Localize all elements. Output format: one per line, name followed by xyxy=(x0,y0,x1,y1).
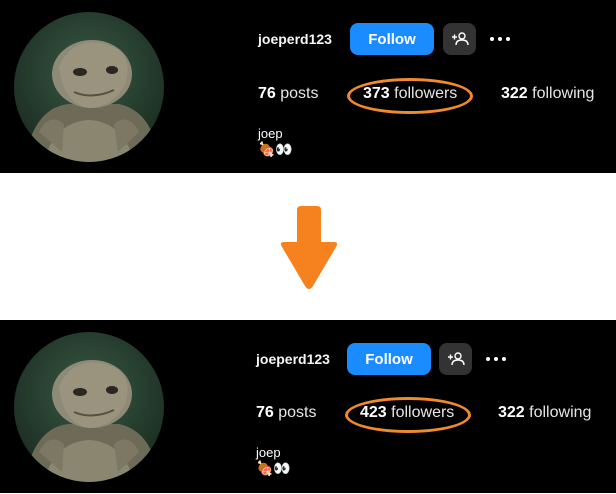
bio-name: joep xyxy=(258,126,283,141)
followers-count[interactable]: 423 followers xyxy=(360,404,454,422)
avatar-image xyxy=(14,12,164,162)
avatar[interactable] xyxy=(14,332,164,482)
posts-label: posts xyxy=(278,404,317,421)
following-label: following xyxy=(529,404,592,421)
following-count[interactable]: 322 following xyxy=(498,404,591,422)
following-number: 322 xyxy=(501,85,528,102)
following-count[interactable]: 322 following xyxy=(501,85,594,103)
followers-label: followers xyxy=(394,85,458,102)
posts-count: 76 posts xyxy=(258,85,319,103)
more-dots-icon xyxy=(490,37,494,41)
followers-count[interactable]: 373 followers xyxy=(363,85,457,103)
avatar[interactable] xyxy=(14,12,164,162)
follow-button[interactable]: Follow xyxy=(347,343,431,375)
suggest-accounts-button[interactable] xyxy=(439,343,472,375)
add-person-icon xyxy=(451,32,469,46)
posts-number: 76 xyxy=(256,404,274,421)
more-options-button[interactable] xyxy=(487,29,513,49)
bio-emoji: 🍖👀 xyxy=(258,142,293,158)
following-number: 322 xyxy=(498,404,525,421)
posts-label: posts xyxy=(280,85,319,102)
username[interactable]: joeperd123 xyxy=(258,31,332,47)
follow-button[interactable]: Follow xyxy=(350,23,434,55)
bio-name: joep xyxy=(256,445,281,460)
posts-count: 76 posts xyxy=(256,404,317,422)
followers-number: 373 xyxy=(363,85,390,102)
add-person-icon xyxy=(447,352,465,366)
followers-number: 423 xyxy=(360,404,387,421)
username[interactable]: joeperd123 xyxy=(256,351,330,367)
profile-header-after: joeperd123 Follow 76 posts 423 followers… xyxy=(0,320,616,493)
down-arrow-icon xyxy=(280,206,338,289)
comparison-image: joeperd123 Follow 76 posts 373 followers… xyxy=(0,0,616,494)
following-label: following xyxy=(532,85,595,102)
posts-number: 76 xyxy=(258,85,276,102)
more-dots-icon xyxy=(486,357,490,361)
followers-label: followers xyxy=(391,404,455,421)
avatar-image xyxy=(14,332,164,482)
more-options-button[interactable] xyxy=(483,349,509,369)
bio-emoji: 🍖👀 xyxy=(256,461,291,477)
profile-header-before: joeperd123 Follow 76 posts 373 followers… xyxy=(0,0,616,173)
suggest-accounts-button[interactable] xyxy=(443,23,476,55)
